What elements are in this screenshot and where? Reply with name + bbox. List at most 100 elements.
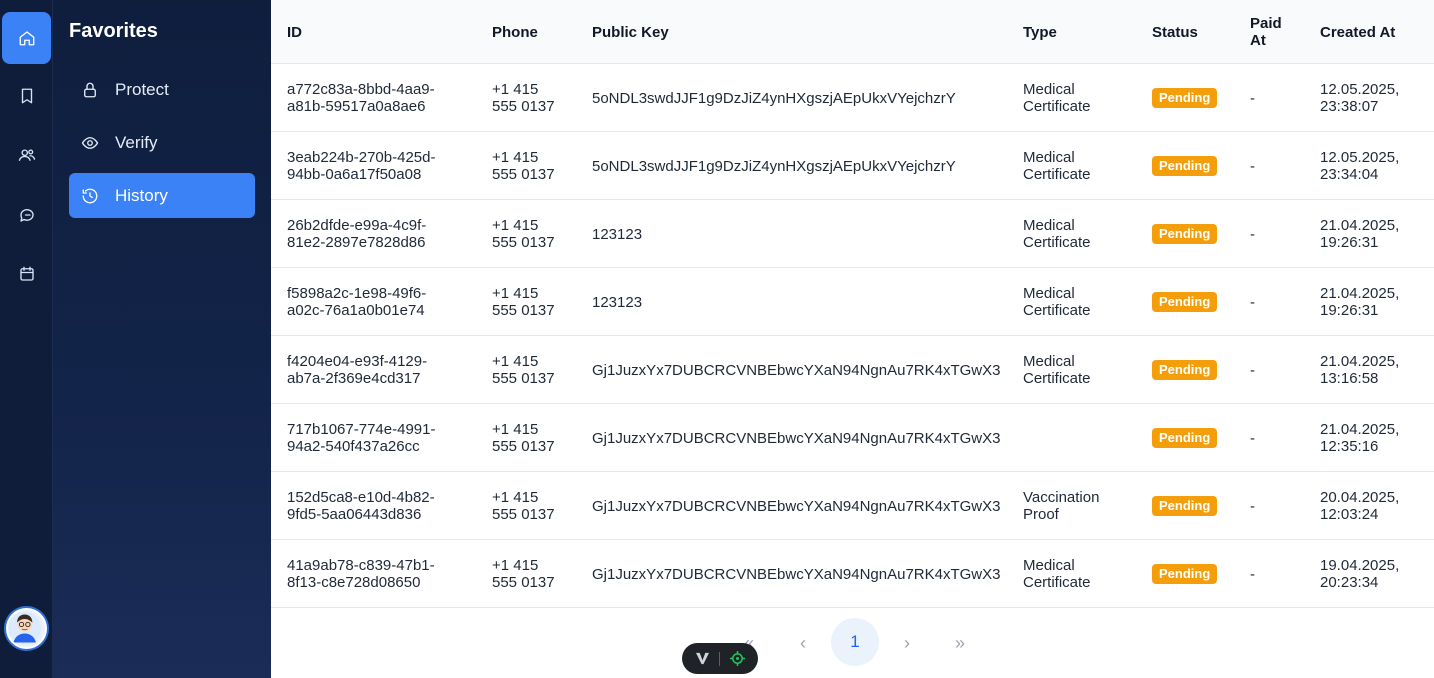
prev-page-button[interactable]: ‹ [787,620,819,666]
status-badge: Pending [1152,292,1218,312]
home-button[interactable] [2,12,51,64]
avatar-icon [8,611,41,645]
cell-type [1023,404,1133,472]
type-line: Medical [1023,217,1075,234]
cell-id: 152d5ca8-e10d-4b82- 9fd5-5aa06443d836 [287,472,467,540]
cell-id: 3eab224b-270b-425d- 94bb-0a6a17f50a08 [287,132,467,200]
cell-public-key: 123123 [592,293,643,311]
cell-type: Vaccination Proof [1023,472,1133,540]
type-line: Certificate [1023,166,1091,183]
users-button[interactable] [2,129,51,181]
cell-created-at: 21.04.2025, 13:16:58 [1320,336,1430,404]
column-header-created-at[interactable]: Created At [1320,0,1430,64]
sidebar-item-label: Verify [115,132,158,152]
user-avatar[interactable] [6,608,47,649]
cell-public-key: 5oNDL3swdJJF1g9DzJiZ4ynHXgszjAEpUkxVYejc… [592,157,956,175]
next-page-button[interactable]: › [891,620,923,666]
id-line: 717b1067-774e-4991- [287,421,436,438]
cell-type: Medical Certificate [1023,64,1133,132]
cell-status: Pending [1152,268,1232,336]
cell-paid-at: - [1250,497,1255,515]
cell-status: Pending [1152,200,1232,268]
status-badge: Pending [1152,428,1218,448]
chat-button[interactable] [2,189,51,241]
cell-phone: +1 415 555 0137 [492,540,572,608]
cell-paid-at: - [1250,157,1255,175]
sidebar-item-label: Protect [115,79,169,99]
phone-line: +1 415 [492,353,539,370]
id-line: 94bb-0a6a17f50a08 [287,166,422,183]
phone-line: +1 415 [492,217,539,234]
column-header-phone[interactable]: Phone [492,0,572,64]
phone-line: 555 0137 [492,574,555,591]
home-icon [19,31,34,46]
table-row[interactable]: 3eab224b-270b-425d- 94bb-0a6a17f50a08 +1 4… [271,132,1434,200]
sidebar-title: Favorites [69,20,158,42]
crosshair-icon[interactable] [730,651,746,666]
cell-status: Pending [1152,404,1232,472]
created-line: 20.04.2025, [1320,489,1400,506]
cell-status: Pending [1152,336,1232,404]
paid-at-line-2: At [1250,32,1266,49]
id-line: a02c-76a1a0b01e74 [287,302,425,319]
type-line: Certificate [1023,370,1091,387]
column-header-paid-at[interactable]: Paid At [1250,0,1290,64]
created-line: 19:26:31 [1320,302,1379,319]
created-line: 12.05.2025, [1320,149,1400,166]
cell-created-at: 21.04.2025, 19:26:31 [1320,268,1430,336]
page-1-button[interactable]: 1 [831,618,879,666]
created-line: 12.05.2025, [1320,81,1400,98]
cell-public-key: 123123 [592,225,643,243]
table-row[interactable]: f4204e04-e93f-4129- ab7a-2f369e4cd317 +1 4… [271,336,1434,404]
id-line: 81e2-2897e7828d86 [287,234,426,251]
bookmark-icon [21,88,32,104]
table-row[interactable]: a772c83a-8bbd-4aa9- a81b-59517a0a8ae6 +1 4… [271,64,1434,132]
cell-phone: +1 415 555 0137 [492,132,572,200]
sidebar-item-protect[interactable]: Protect [69,67,255,112]
cell-paid-at: - [1250,89,1255,107]
created-line: 23:34:04 [1320,166,1379,183]
created-line: 19.04.2025, [1320,557,1400,574]
type-line: Proof [1023,506,1059,523]
eye-icon [81,136,99,149]
chat-icon [19,209,34,222]
cell-phone: +1 415 555 0137 [492,268,572,336]
column-header-public-key[interactable]: Public Key [592,0,1012,64]
bookmark-button[interactable] [2,70,51,122]
phone-line: +1 415 [492,557,539,574]
phone-line: +1 415 [492,149,539,166]
sidebar-item-verify[interactable]: Verify [69,120,255,165]
last-page-button[interactable]: » [944,620,976,666]
sidebar-item-history[interactable]: History [69,173,255,218]
phone-line: 555 0137 [492,234,555,251]
cell-public-key: Gj1JuzxYx7DUBCRCVNBEbwcYXaN94NgnAu7RK4xT… [592,497,1001,515]
table-row[interactable]: 41a9ab78-c839-47b1- 8f13-c8e728d08650 +1 4… [271,540,1434,608]
id-line: 94a2-540f437a26cc [287,438,420,455]
calendar-button[interactable] [2,248,51,300]
favorites-sidebar: Favorites Protect Verify History [53,0,271,678]
phone-line: 555 0137 [492,166,555,183]
logo-v-icon[interactable] [695,652,710,665]
table-row[interactable]: f5898a2c-1e98-49f6- a02c-76a1a0b01e74 +1 4… [271,268,1434,336]
column-header-status[interactable]: Status [1152,0,1232,64]
created-line: 21.04.2025, [1320,285,1400,302]
created-line: 21.04.2025, [1320,353,1400,370]
icon-rail [0,0,53,678]
created-line: 13:16:58 [1320,370,1379,387]
phone-line: +1 415 [492,421,539,438]
cell-id: 26b2dfde-e99a-4c9f- 81e2-2897e7828d86 [287,200,467,268]
cell-status: Pending [1152,132,1232,200]
table-row[interactable]: 26b2dfde-e99a-4c9f- 81e2-2897e7828d86 +1 4… [271,200,1434,268]
cell-id: a772c83a-8bbd-4aa9- a81b-59517a0a8ae6 [287,64,467,132]
column-header-id[interactable]: ID [287,0,467,64]
type-line: Certificate [1023,302,1091,319]
id-line: 8f13-c8e728d08650 [287,574,421,591]
created-line: 12:03:24 [1320,506,1379,523]
id-line: a772c83a-8bbd-4aa9- [287,81,435,98]
type-line: Medical [1023,149,1075,166]
type-line: Vaccination [1023,489,1100,506]
table-row[interactable]: 152d5ca8-e10d-4b82- 9fd5-5aa06443d836 +1 4… [271,472,1434,540]
cell-type: Medical Certificate [1023,200,1133,268]
table-row[interactable]: 717b1067-774e-4991- 94a2-540f437a26cc +1 4… [271,404,1434,472]
column-header-type[interactable]: Type [1023,0,1133,64]
